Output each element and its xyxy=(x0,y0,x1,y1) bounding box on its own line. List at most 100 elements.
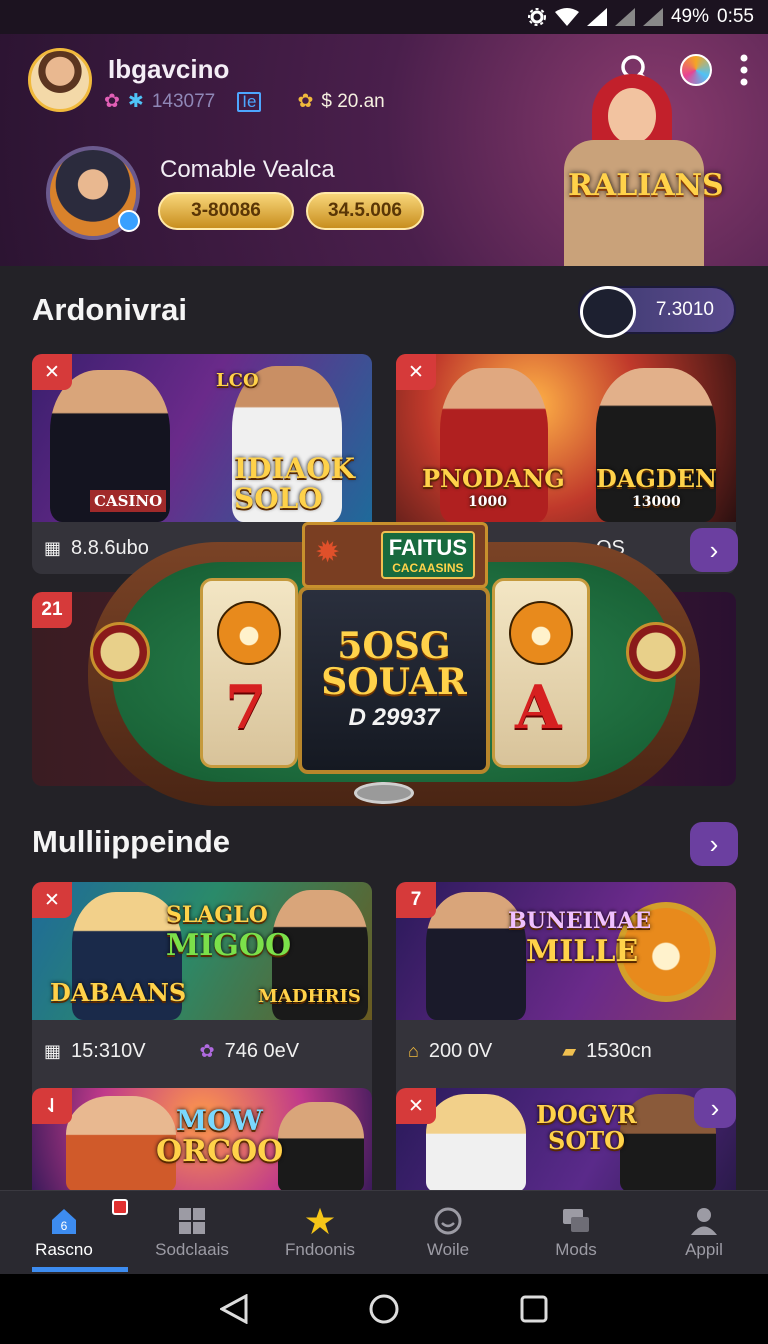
nav-item-support[interactable]: Woile xyxy=(384,1191,512,1274)
game-title: MOW xyxy=(176,1104,263,1137)
spin-button[interactable] xyxy=(354,782,414,804)
chevron-right-icon: › xyxy=(710,1092,720,1123)
next-arrow-button[interactable]: › xyxy=(690,822,738,866)
back-icon[interactable] xyxy=(220,1294,248,1324)
nav-item-home[interactable]: 6 Rascno xyxy=(0,1191,128,1274)
section-title-1: Ardonivrai xyxy=(32,292,188,327)
nav-item-categories[interactable]: Sodclaais xyxy=(128,1191,256,1274)
lobster-icon: ✹ xyxy=(315,536,341,569)
chevron-right-icon: › xyxy=(709,534,719,565)
badge-icon[interactable]: ✕ xyxy=(32,882,72,918)
mascot-face xyxy=(608,88,656,144)
promo-title: Comable Vealca xyxy=(160,156,335,183)
clock: 0:55 xyxy=(717,6,754,27)
settings-icon xyxy=(527,8,546,26)
host-figure xyxy=(278,1102,364,1192)
nav-label: Sodclaais xyxy=(155,1239,229,1259)
home-circle-icon[interactable] xyxy=(368,1293,400,1325)
balance-avatar xyxy=(580,286,636,338)
nav-label: Fndoonis xyxy=(285,1239,355,1259)
slot-sign-subtitle: CACAASINS xyxy=(392,561,464,575)
mascot-banner[interactable]: RALIANS xyxy=(540,74,730,266)
nav-item-mods[interactable]: Mods xyxy=(512,1191,640,1274)
nav-label: Appil xyxy=(685,1239,723,1259)
game-title: DOGVR xyxy=(536,1100,637,1129)
grid-icon: ▦ xyxy=(44,537,62,558)
mascot-body xyxy=(564,140,704,266)
ace-icon: A xyxy=(515,673,562,743)
game-card[interactable]: ⇃ MOW ORCOO xyxy=(32,1088,372,1192)
system-nav-bar xyxy=(0,1274,768,1344)
game-title: ORCOO xyxy=(156,1134,284,1169)
badge-icon[interactable]: ✕ xyxy=(396,1088,436,1124)
game-title: PNODANG xyxy=(422,464,565,493)
house-icon: ⌂ xyxy=(408,1040,419,1061)
balance-pill[interactable]: 7.3010 xyxy=(578,286,736,338)
host-figure xyxy=(426,1094,526,1192)
badge-icon[interactable]: 7 xyxy=(396,882,436,918)
more-icon[interactable] xyxy=(740,54,748,86)
badge-icon[interactable]: ✕ xyxy=(396,354,436,390)
promo-button-1[interactable]: 3-80086 xyxy=(158,192,294,230)
badge-icon[interactable]: ✕ xyxy=(32,354,72,390)
dial-icon xyxy=(90,622,150,682)
next-arrow-button[interactable]: › xyxy=(694,1088,736,1128)
stats-row: ✿ ✱ 143077 Ie ✿ $ 20.an xyxy=(104,90,385,113)
slot-machine-popup[interactable]: 7 A 5OSG SOUAR D 29937 ✹ FAITUS CACAASIN… xyxy=(88,516,700,806)
chat-icon xyxy=(561,1206,591,1236)
game-title: DAGDEN xyxy=(596,464,717,493)
badge-icon[interactable]: ⇃ xyxy=(32,1088,72,1124)
game-title: MADHRIS xyxy=(258,986,361,1007)
gem-icon: ✱ xyxy=(127,91,144,112)
nav-label: Woile xyxy=(426,1239,470,1259)
game-title: BUNEIMAE xyxy=(508,908,652,934)
notification-badge xyxy=(112,1199,128,1215)
promo-button-2[interactable]: 34.5.006 xyxy=(306,192,424,230)
game-thumbnail: ✕ PNODANG 1000 DAGDEN 13000 xyxy=(396,354,736,522)
slot-reel-right: A xyxy=(492,578,590,768)
nav-item-profile[interactable]: Appil xyxy=(640,1191,768,1274)
signal-icon xyxy=(614,8,635,26)
slot-sign-label: FAITUS CACAASINS xyxy=(380,531,475,579)
home-icon: 6 xyxy=(49,1206,79,1236)
section-title-2: Mulliippeinde xyxy=(32,824,231,859)
flower-icon: ✿ xyxy=(199,1040,215,1061)
signal-icon xyxy=(642,8,663,26)
balance-value: 7.3010 xyxy=(655,299,714,320)
grid-icon xyxy=(177,1206,207,1236)
game-title: MILLE xyxy=(526,934,639,969)
game-card[interactable]: 7 BUNEIMAE MILLE ⌂ 200 0V ▰ 1530cn xyxy=(396,882,736,1104)
game-thumbnail: ✕ CASINO IDIAOK SOLO LCO xyxy=(32,354,372,522)
slot-center-display: 5OSG SOUAR D 29937 xyxy=(298,586,490,774)
corner-logo: LCO xyxy=(216,370,259,391)
game-title: DABAANS xyxy=(50,978,187,1007)
game-card[interactable]: ✕ DOGVR SOTO xyxy=(396,1088,736,1192)
grid-icon: ▦ xyxy=(44,1040,62,1061)
slot-sign: ✹ FAITUS CACAASINS xyxy=(302,522,488,588)
stat-value: 143077 xyxy=(151,90,216,112)
nav-label: Mods xyxy=(555,1239,597,1259)
user-icon xyxy=(689,1206,719,1236)
tiger-icon xyxy=(509,601,573,665)
recents-icon[interactable] xyxy=(520,1295,548,1323)
clover-icon: ✿ xyxy=(104,91,120,112)
dial-icon xyxy=(626,622,686,682)
card-stat: 1530cn xyxy=(586,1039,652,1062)
signal-icon xyxy=(586,8,607,26)
ticket-icon: ▰ xyxy=(562,1040,577,1061)
nav-item-favorites[interactable]: Fndoonis xyxy=(256,1191,384,1274)
game-subtitle: 13000 xyxy=(632,494,681,510)
card-footer: ▦ 15:310V ✿ 746 0eV xyxy=(32,1020,372,1082)
card-stat: 15:310V xyxy=(71,1039,146,1062)
chevron-right-icon: › xyxy=(709,828,719,859)
home-badge-number: 6 xyxy=(61,1219,68,1233)
avatar[interactable] xyxy=(28,48,92,112)
profile-header: Ibgavcino ✿ ✱ 143077 Ie ✿ $ 20.an Comabl… xyxy=(0,34,768,266)
game-thumbnail: ✕ SLAGLO MIGOO DABAANS MADHRIS xyxy=(32,882,372,1020)
mascot-logo-text: RALIANS xyxy=(568,168,724,203)
card-stat: 746 0eV xyxy=(224,1039,300,1062)
face-icon xyxy=(433,1206,463,1236)
badge-icon[interactable]: 21 xyxy=(32,592,72,628)
game-card[interactable]: ✕ SLAGLO MIGOO DABAANS MADHRIS ▦ 15:310V… xyxy=(32,882,372,1104)
slot-reel-left: 7 xyxy=(200,578,298,768)
